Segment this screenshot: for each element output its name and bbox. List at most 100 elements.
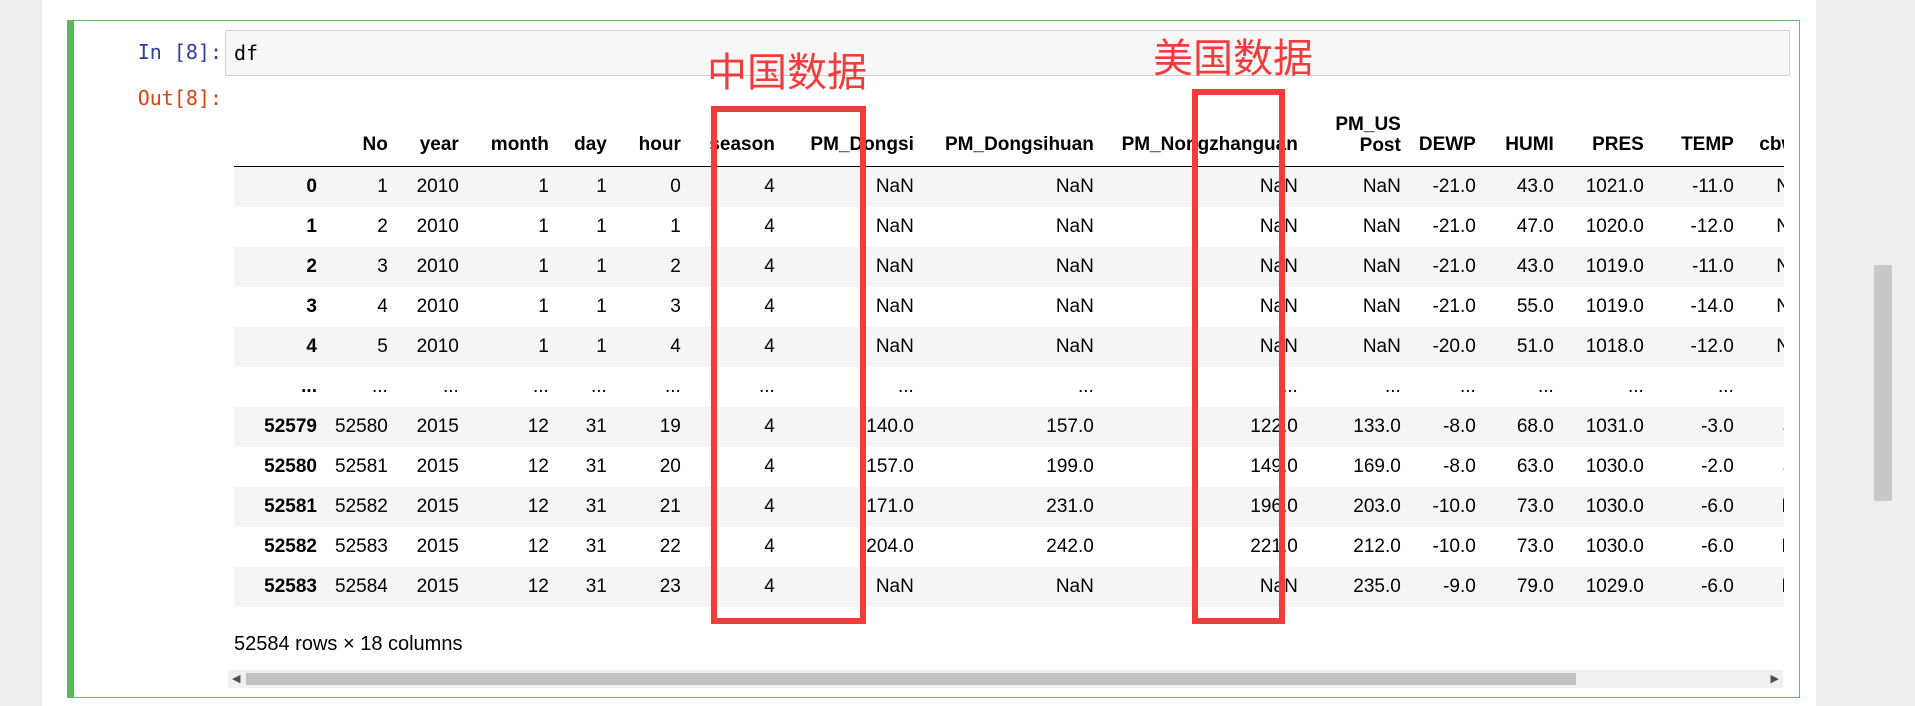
- table-cell: -6.0: [1701, 496, 1734, 517]
- table-cell: NaN: [1362, 176, 1401, 197]
- table-cell: 12: [527, 416, 549, 437]
- input-prompt: In [8]:: [137, 40, 222, 64]
- table-cell: NaN: [1362, 256, 1401, 277]
- table-cell: -14.0: [1690, 296, 1734, 317]
- table-cell: 52582: [335, 496, 388, 517]
- row-index-cell: 52581: [264, 496, 317, 517]
- table-cell: ...: [1385, 376, 1401, 397]
- table-cell: 1: [538, 256, 549, 277]
- table-cell: NaN: [1055, 216, 1094, 237]
- table-cell: 52580: [335, 416, 388, 437]
- table-cell: -10.0: [1432, 536, 1476, 557]
- table-cell: 2010: [416, 336, 459, 357]
- table-cell: 63.0: [1516, 456, 1554, 477]
- table-cell: -2.0: [1701, 456, 1734, 477]
- table-cell: -8.0: [1443, 416, 1476, 437]
- table-cell: NaN: [1055, 296, 1094, 317]
- table-row: 4 5 2010 1 1 4 4 NaN NaN NaN NaN -20.0 51.0 1018.0 -12…: [234, 327, 1784, 367]
- row-index-cell: 52583: [264, 576, 317, 597]
- table-cell: 1019.0: [1585, 256, 1644, 277]
- table-cell: 1: [670, 216, 681, 237]
- column-header: TEMP: [1652, 100, 1743, 167]
- table-cell: 1020.0: [1585, 216, 1644, 237]
- table-cell: 157.0: [1046, 416, 1094, 437]
- table-row: ........................................…: [234, 367, 1784, 407]
- table-cell: NW: [1776, 296, 1784, 317]
- table-cell: NaN: [1362, 336, 1401, 357]
- table-cell: 2015: [416, 536, 459, 557]
- table-cell: -9.0: [1443, 576, 1476, 597]
- table-cell: 169.0: [1353, 456, 1401, 477]
- column-header: PM_US Post: [1306, 100, 1410, 167]
- scroll-right-icon[interactable]: ▶: [1771, 672, 1779, 686]
- table-row: 52581 52582 2015 12 31 21 4 171.0 231.0 196.0 203.…: [234, 487, 1784, 527]
- table-cell: 1019.0: [1585, 296, 1644, 317]
- table-cell: 22: [659, 536, 681, 557]
- table-cell: NE: [1743, 527, 1784, 567]
- dataframe-table: No year month day hour season PM_Dongsi PM_Dong…: [234, 100, 1784, 607]
- table-row: 2 3 2010 1 1 2 4 NaN NaN NaN NaN -21.0 43.0 1019.0 -11…: [234, 247, 1784, 287]
- table-cell: 52583: [335, 536, 388, 557]
- table-cell: NE: [1743, 567, 1784, 607]
- table-cell: 1: [596, 176, 607, 197]
- table-cell: -21.0: [1432, 296, 1476, 317]
- china-data-highlight-box: [711, 106, 866, 624]
- table-cell: ...: [665, 376, 681, 397]
- table-cell: 235.0: [1353, 576, 1401, 597]
- horizontal-scroll-thumb[interactable]: [246, 673, 1576, 685]
- table-cell: 1030.0: [1585, 456, 1644, 477]
- us-data-label: 美国数据: [1153, 36, 1313, 82]
- column-header: cbwd: [1742, 100, 1784, 167]
- table-cell: 1030.0: [1585, 496, 1644, 517]
- row-index-cell: 52579: [264, 416, 317, 437]
- table-cell: NW: [1776, 216, 1784, 237]
- table-cell: 0: [670, 176, 681, 197]
- scroll-left-icon[interactable]: ◀: [232, 672, 240, 686]
- table-cell: 2015: [416, 456, 459, 477]
- table-cell: -11.0: [1691, 256, 1734, 277]
- column-header: HUMI: [1484, 100, 1563, 167]
- table-cell: 1021.0: [1585, 176, 1644, 197]
- table-cell: NaN: [1055, 336, 1094, 357]
- table-cell: 2015: [416, 496, 459, 517]
- horizontal-scrollbar[interactable]: ◀ ▶: [228, 670, 1783, 688]
- table-cell: 2015: [416, 576, 459, 597]
- table-row: 3 4 2010 1 1 3 4 NaN NaN NaN NaN -21.0 55.0 1019.0 -14…: [234, 287, 1784, 327]
- code-input[interactable]: df: [225, 30, 1790, 76]
- table-cell: 47.0: [1516, 216, 1554, 237]
- table-cell: 1030.0: [1585, 536, 1644, 557]
- column-header: year: [396, 100, 468, 167]
- table-row: 52582 52583 2015 12 31 22 4 204.0 242.0 221.0 212.…: [234, 527, 1784, 567]
- table-cell: 4: [670, 336, 681, 357]
- table-cell: NaN: [1362, 216, 1401, 237]
- table-cell: ...: [372, 376, 388, 397]
- table-row: 52580 52581 2015 12 31 20 4 157.0 199.0 149.0 169.…: [234, 447, 1784, 487]
- table-row: 0 1 2010 1 1 0 4 NaN NaN NaN NaN -21.0 43.0 1021.0 -11…: [234, 166, 1784, 207]
- row-index-cell: 4: [306, 336, 317, 357]
- table-cell: 73.0: [1516, 496, 1554, 517]
- table-cell: ...: [1718, 376, 1734, 397]
- table-cell: 31: [585, 536, 607, 557]
- table-cell: 55.0: [1516, 296, 1554, 317]
- vertical-scroll-thumb[interactable]: [1874, 265, 1892, 501]
- table-cell: ...: [533, 376, 549, 397]
- table-cell: NW: [1776, 176, 1784, 197]
- table-cell: 73.0: [1516, 536, 1554, 557]
- table-cell: 1: [538, 336, 549, 357]
- table-cell: ...: [591, 376, 607, 397]
- table-cell: 4: [377, 296, 388, 317]
- dataframe-shape-summary: 52584 rows × 18 columns: [234, 633, 463, 655]
- table-cell: 19: [659, 416, 681, 437]
- index-header: [234, 100, 326, 167]
- table-cell: 52581: [335, 456, 388, 477]
- table-row: 52579 52580 2015 12 31 19 4 140.0 157.0 122.0 133.…: [234, 407, 1784, 447]
- table-cell: 242.0: [1046, 536, 1094, 557]
- table-cell: -20.0: [1432, 336, 1476, 357]
- table-cell: 133.0: [1353, 416, 1401, 437]
- table-cell: 31: [585, 576, 607, 597]
- row-index-cell: 1: [306, 216, 317, 237]
- table-cell: 1031.0: [1585, 416, 1644, 437]
- table-cell: SE: [1743, 447, 1784, 487]
- table-cell: -21.0: [1432, 176, 1476, 197]
- table-cell: 2010: [416, 176, 459, 197]
